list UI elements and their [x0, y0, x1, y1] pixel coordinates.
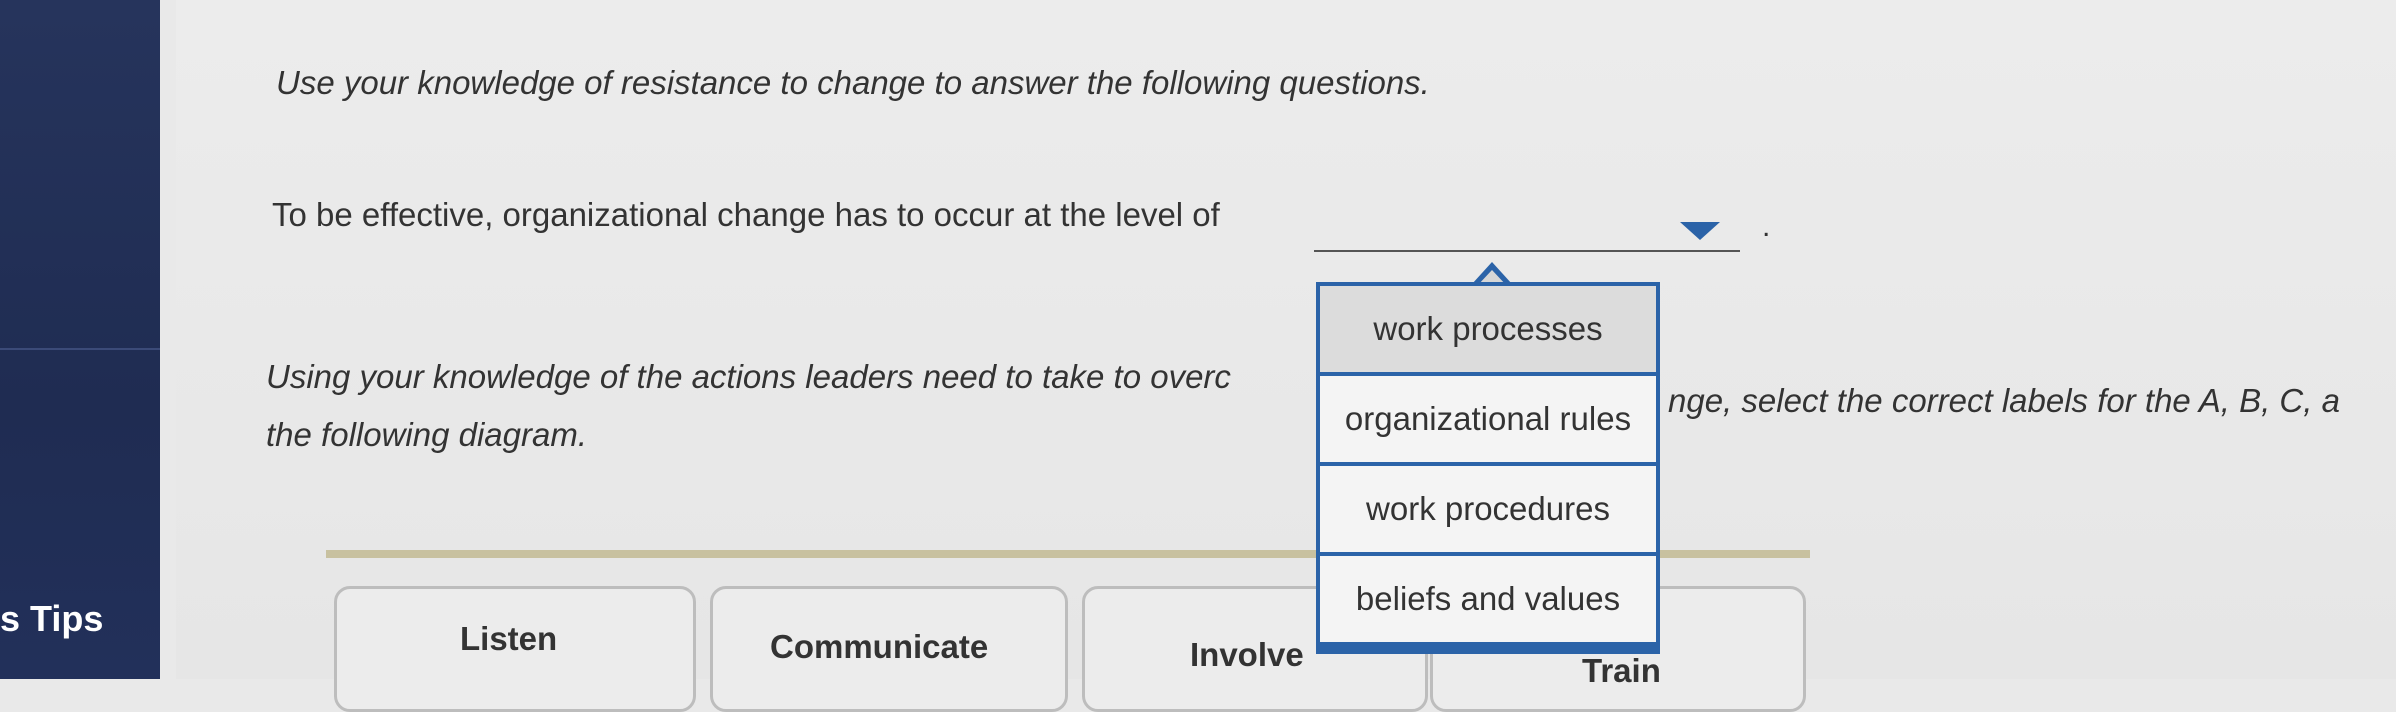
- label-involve: Involve: [1190, 636, 1304, 673]
- question-1-period: .: [1762, 210, 1771, 243]
- label-listen: Listen: [460, 620, 558, 657]
- answer-dropdown[interactable]: [1314, 206, 1740, 252]
- question-2-line2: the following diagram.: [266, 416, 588, 453]
- option-work-procedures[interactable]: work procedures: [1320, 466, 1656, 552]
- option-work-processes[interactable]: work processes: [1320, 286, 1656, 372]
- question-2-part2: nge, select the correct labels for the A…: [1668, 382, 2340, 419]
- question-1-text: To be effective, organizational change h…: [272, 196, 1220, 233]
- question-intro: Use your knowledge of resistance to chan…: [276, 64, 1430, 101]
- label-communicate: Communicate: [770, 628, 989, 665]
- caret-down-icon: [1680, 222, 1720, 240]
- label-train: Train: [1582, 652, 1661, 689]
- question-2-part1: Using your knowledge of the actions lead…: [266, 358, 1231, 395]
- sidebar: s Tips: [0, 0, 160, 679]
- option-organizational-rules[interactable]: organizational rules: [1320, 376, 1656, 462]
- dropdown-menu: work processes organizational rules work…: [1316, 282, 1660, 654]
- option-beliefs-and-values[interactable]: beliefs and values: [1320, 556, 1656, 642]
- tips-link[interactable]: s Tips: [0, 598, 103, 640]
- sidebar-divider: [0, 348, 160, 350]
